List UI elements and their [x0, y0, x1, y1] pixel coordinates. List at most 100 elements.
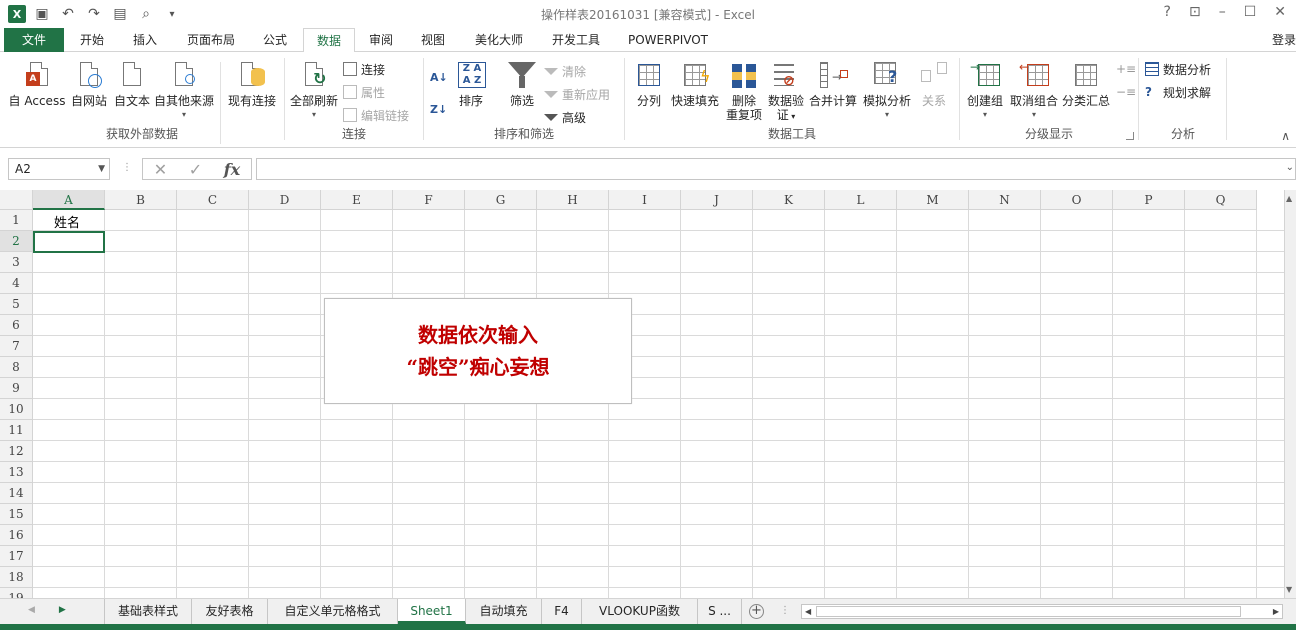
column-header-i[interactable]: I: [609, 190, 681, 210]
column-header-k[interactable]: K: [753, 190, 825, 210]
edit-links-button[interactable]: 编辑链接: [343, 106, 409, 124]
cell-a1[interactable]: 姓名: [54, 212, 80, 231]
tab-powerpivot[interactable]: POWERPIVOT: [618, 28, 718, 52]
tab-page-layout[interactable]: 页面布局: [176, 28, 246, 52]
name-box[interactable]: A2 ▼: [8, 158, 110, 180]
column-header-j[interactable]: J: [681, 190, 753, 210]
from-access-button[interactable]: A 自 Access: [8, 58, 66, 108]
minimize-icon[interactable]: –: [1219, 4, 1226, 20]
advanced-button[interactable]: 高级: [544, 108, 586, 126]
collapse-ribbon-icon[interactable]: ∧: [1281, 129, 1290, 143]
sheet-tab[interactable]: 友好表格: [192, 599, 268, 624]
row-header-14[interactable]: 14: [0, 483, 33, 504]
tab-review[interactable]: 审阅: [358, 28, 404, 52]
maximize-icon[interactable]: ☐: [1244, 4, 1257, 20]
row-header-9[interactable]: 9: [0, 378, 33, 399]
worksheet-grid[interactable]: ABCDEFGHIJKLMNOPQ 1 2 3 4 5 6 7 8 9 10 11 12 13 14 15 1…: [0, 190, 1296, 598]
row-header-17[interactable]: 17: [0, 546, 33, 567]
refresh-all-button[interactable]: ↻ 全部刷新 ▾: [289, 58, 339, 122]
scroll-left-icon[interactable]: ◀: [805, 605, 811, 618]
prev-sheet-icon[interactable]: ◀: [28, 605, 35, 615]
data-analysis-button[interactable]: 数据分析: [1145, 60, 1211, 78]
tab-file[interactable]: 文件: [4, 28, 64, 52]
group-button[interactable]: → 创建组 ▾: [964, 58, 1006, 122]
row-header-18[interactable]: 18: [0, 567, 33, 588]
row-header-11[interactable]: 11: [0, 420, 33, 441]
existing-connections-button[interactable]: 现有连接: [226, 58, 278, 108]
row-header-10[interactable]: 10: [0, 399, 33, 420]
cancel-icon[interactable]: ✕: [154, 160, 167, 179]
what-if-analysis-button[interactable]: ? 模拟分析 ▾: [861, 58, 913, 122]
help-button[interactable]: ?: [1164, 4, 1171, 20]
row-header-2[interactable]: 2: [0, 231, 33, 252]
login-link[interactable]: 登录: [1272, 31, 1296, 48]
formula-input[interactable]: [256, 158, 1296, 180]
properties-button[interactable]: 属性: [343, 83, 385, 101]
scroll-down-icon[interactable]: ▼: [1286, 585, 1292, 594]
tab-home[interactable]: 开始: [68, 28, 116, 52]
row-header-16[interactable]: 16: [0, 525, 33, 546]
close-icon[interactable]: ✕: [1274, 4, 1286, 20]
callout-textbox[interactable]: 数据依次输入 “跳空”痴心妄想: [324, 298, 632, 404]
column-header-a[interactable]: A: [33, 190, 105, 210]
consolidate-button[interactable]: → 合并计算: [807, 58, 859, 108]
expand-formula-bar-icon[interactable]: ⌄: [1286, 162, 1294, 173]
sort-desc-icon[interactable]: Z↓: [430, 100, 447, 118]
sheet-tab-more[interactable]: S ...: [698, 599, 742, 624]
row-header-6[interactable]: 6: [0, 315, 33, 336]
ribbon-display-icon[interactable]: ⊡: [1189, 4, 1201, 20]
sort-asc-icon[interactable]: A↓: [430, 68, 448, 86]
reapply-button[interactable]: 重新应用: [544, 85, 610, 103]
subtotal-button[interactable]: 分类汇总: [1060, 58, 1112, 108]
column-header-g[interactable]: G: [465, 190, 537, 210]
column-header-f[interactable]: F: [393, 190, 465, 210]
hide-detail-icon[interactable]: −≡: [1116, 83, 1136, 101]
sort-button[interactable]: Z AA Z 排序: [452, 58, 490, 108]
text-to-columns-button[interactable]: 分列: [631, 58, 667, 108]
show-detail-icon[interactable]: +≡: [1116, 60, 1136, 78]
clear-button[interactable]: 清除: [544, 62, 586, 80]
tab-view[interactable]: 视图: [410, 28, 456, 52]
sheet-tab-active[interactable]: Sheet1: [398, 599, 466, 624]
flash-fill-button[interactable]: ϟ 快速填充: [669, 58, 721, 108]
row-header-7[interactable]: 7: [0, 336, 33, 357]
from-other-sources-button[interactable]: 自其他来源 ▾: [153, 58, 215, 122]
remove-duplicates-button[interactable]: 删除 重复项: [723, 58, 765, 122]
tab-developer[interactable]: 开发工具: [542, 28, 610, 52]
enter-icon[interactable]: ✓: [189, 160, 202, 179]
insert-function-icon[interactable]: fx: [224, 160, 240, 179]
solver-button[interactable]: ? 规划求解: [1145, 83, 1211, 101]
row-header-5[interactable]: 5: [0, 294, 33, 315]
tab-beautify[interactable]: 美化大师: [464, 28, 534, 52]
sheet-tab[interactable]: F4: [542, 599, 582, 624]
row-header-15[interactable]: 15: [0, 504, 33, 525]
horizontal-scrollbar[interactable]: ◀ ▶: [801, 604, 1283, 619]
column-header-n[interactable]: N: [969, 190, 1041, 210]
next-sheet-icon[interactable]: ▶: [59, 605, 66, 615]
sheet-tab[interactable]: 自定义单元格格式: [268, 599, 398, 624]
column-header-m[interactable]: M: [897, 190, 969, 210]
connections-button[interactable]: 连接: [343, 60, 385, 78]
tab-split-icon[interactable]: ⋮: [780, 605, 790, 616]
relationships-button[interactable]: 关系: [915, 58, 953, 108]
name-box-dropdown-icon[interactable]: ▼: [98, 159, 105, 179]
column-header-d[interactable]: D: [249, 190, 321, 210]
select-all-corner[interactable]: [0, 190, 33, 210]
column-header-q[interactable]: Q: [1185, 190, 1257, 210]
data-validation-button[interactable]: ⊘ 数据验 证 ▾: [765, 58, 807, 124]
from-text-button[interactable]: 自文本: [112, 58, 152, 108]
sheet-tab[interactable]: 自动填充: [466, 599, 542, 624]
from-web-button[interactable]: 自网站: [68, 58, 110, 108]
tab-formulas[interactable]: 公式: [250, 28, 300, 52]
column-header-l[interactable]: L: [825, 190, 897, 210]
formula-bar-resize-icon[interactable]: ⋮: [122, 162, 132, 173]
column-header-p[interactable]: P: [1113, 190, 1185, 210]
column-header-e[interactable]: E: [321, 190, 393, 210]
row-header-19[interactable]: 19: [0, 588, 33, 598]
row-header-1[interactable]: 1: [0, 210, 33, 231]
row-header-4[interactable]: 4: [0, 273, 33, 294]
vertical-scrollbar[interactable]: ▲ ▼: [1284, 190, 1296, 598]
tab-data[interactable]: 数据: [303, 28, 355, 53]
column-header-o[interactable]: O: [1041, 190, 1113, 210]
row-header-8[interactable]: 8: [0, 357, 33, 378]
